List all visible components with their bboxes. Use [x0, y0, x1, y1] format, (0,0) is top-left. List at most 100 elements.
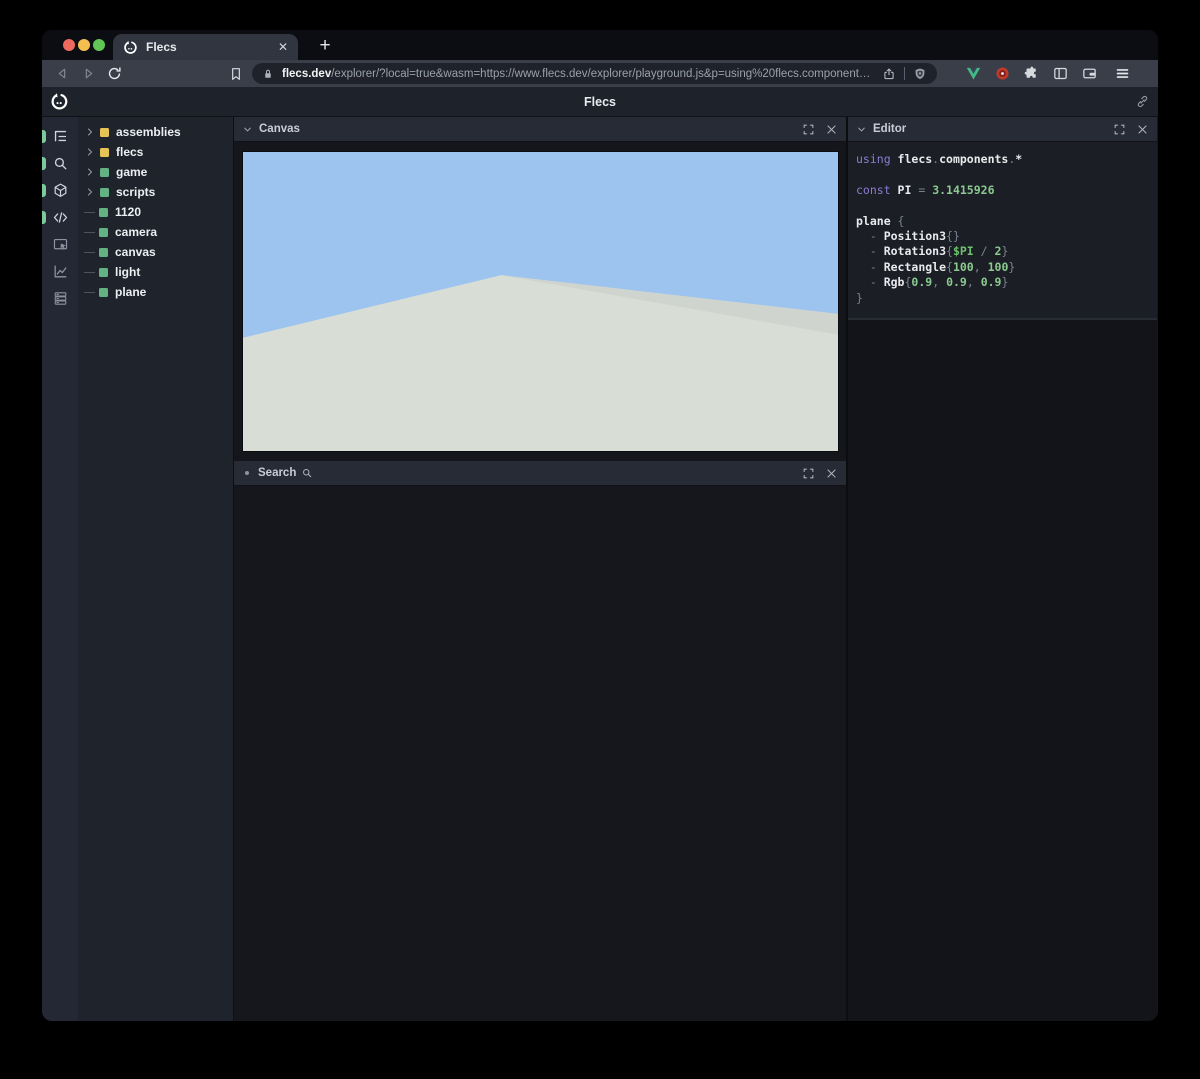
url-path: /explorer/?local=true&wasm=https://www.f… [331, 68, 870, 80]
share-link-icon[interactable] [1135, 94, 1150, 109]
share-icon[interactable] [882, 67, 896, 81]
tree-item-assemblies[interactable]: assemblies [78, 122, 233, 142]
center-column: Canvas Search [233, 117, 846, 1021]
tree-item-camera[interactable]: camera [78, 222, 233, 242]
tree-item-1120[interactable]: 1120 [78, 202, 233, 222]
rail-chart-button[interactable] [42, 258, 78, 285]
tree-icon [52, 128, 69, 145]
entity-color-square [99, 288, 108, 297]
tab-bar: Flecs ✕ + [42, 30, 1158, 60]
tree-item-canvas[interactable]: canvas [78, 242, 233, 262]
tree-item-flecs[interactable]: flecs [78, 142, 233, 162]
close-panel-icon[interactable] [825, 123, 838, 136]
active-indicator [42, 211, 46, 224]
rail-stack-button[interactable] [42, 285, 78, 312]
minimize-window-button[interactable] [78, 39, 90, 51]
code-line: using flecs.components.* [856, 152, 1149, 167]
extensions-puzzle-icon[interactable] [1023, 65, 1040, 82]
fullscreen-icon[interactable] [1113, 123, 1126, 136]
browser-tab[interactable]: Flecs ✕ [113, 34, 298, 60]
editor-panel-header: Editor [848, 117, 1157, 142]
tree-item-label: assemblies [116, 125, 181, 139]
code-line: - Rgb{0.9, 0.9, 0.9} [856, 275, 1149, 290]
tree-item-label: plane [115, 285, 146, 299]
code-line: plane { [856, 214, 1149, 229]
leaf-dash [84, 292, 95, 293]
left-rail [42, 117, 78, 1021]
empty-content-area [234, 486, 846, 1021]
zoom-window-button[interactable] [93, 39, 105, 51]
expand-chevron-icon[interactable] [84, 126, 96, 138]
canvas-panel-body [234, 142, 846, 461]
tree-item-label: light [115, 265, 140, 279]
tree-item-label: canvas [115, 245, 156, 259]
tree-item-game[interactable]: game [78, 162, 233, 182]
tree-item-label: game [116, 165, 147, 179]
rail-tree-button[interactable] [42, 123, 78, 150]
code-icon [52, 209, 69, 226]
rail-window-button[interactable] [42, 231, 78, 258]
tree-item-scripts[interactable]: scripts [78, 182, 233, 202]
vue-devtools-icon[interactable] [965, 65, 982, 82]
browser-window: Flecs ✕ + flecs.dev/explorer/?local=true… [42, 30, 1158, 1021]
editor-panel-title: Editor [873, 123, 906, 135]
rail-search-button[interactable] [42, 150, 78, 177]
editor-empty-area [848, 320, 1157, 1021]
search-magnifier-icon [301, 467, 313, 479]
leaf-dash [84, 272, 95, 273]
code-line: - Rectangle{100, 100} [856, 260, 1149, 275]
leaf-dash [84, 232, 95, 233]
tab-close-icon[interactable]: ✕ [278, 40, 288, 54]
sidebar-toggle-icon[interactable] [1052, 65, 1069, 82]
forward-icon[interactable] [80, 65, 97, 82]
code-line: - Rotation3{$PI / 2} [856, 244, 1149, 259]
expand-chevron-icon[interactable] [84, 186, 96, 198]
app-header: Flecs [42, 87, 1158, 117]
red-extension-icon[interactable] [994, 65, 1011, 82]
cube-icon [52, 182, 69, 199]
entity-color-square [100, 148, 109, 157]
entity-color-square [100, 188, 109, 197]
editor-code[interactable]: using flecs.components.* const PI = 3.14… [848, 142, 1157, 320]
leaf-dash [84, 212, 95, 213]
lock-icon [262, 68, 274, 80]
close-panel-icon[interactable] [825, 467, 838, 480]
bookmark-icon[interactable] [228, 66, 244, 82]
fullscreen-icon[interactable] [802, 123, 815, 136]
expand-chevron-icon[interactable] [84, 146, 96, 158]
extensions-group [965, 65, 1098, 82]
code-line [856, 198, 1149, 213]
close-panel-icon[interactable] [1136, 123, 1149, 136]
wallet-icon[interactable] [1081, 65, 1098, 82]
app-title: Flecs [42, 95, 1158, 109]
chart-icon [52, 263, 69, 280]
entity-color-square [99, 228, 108, 237]
chevron-down-icon[interactable] [242, 124, 253, 135]
tree-item-light[interactable]: light [78, 262, 233, 282]
fullscreen-icon[interactable] [802, 467, 815, 480]
tab-title: Flecs [146, 40, 278, 54]
entity-color-square [100, 168, 109, 177]
new-tab-button[interactable]: + [312, 33, 338, 59]
tree-item-plane[interactable]: plane [78, 282, 233, 302]
brave-shield-icon[interactable] [913, 67, 927, 81]
rail-cube-button[interactable] [42, 177, 78, 204]
entity-color-square [99, 268, 108, 277]
expand-chevron-icon[interactable] [84, 166, 96, 178]
reload-icon[interactable] [106, 65, 123, 82]
close-window-button[interactable] [63, 39, 75, 51]
editor-column: Editor using flecs.components.* const PI… [848, 117, 1157, 1021]
back-icon[interactable] [54, 65, 71, 82]
chevron-down-icon[interactable] [856, 124, 867, 135]
url-bar[interactable]: flecs.dev/explorer/?local=true&wasm=http… [252, 63, 937, 84]
browser-toolbar: flecs.dev/explorer/?local=true&wasm=http… [42, 60, 1158, 87]
menu-icon[interactable] [1114, 65, 1131, 82]
flecs-favicon-icon [123, 40, 138, 55]
code-line: - Position3{} [856, 229, 1149, 244]
code-line: const PI = 3.1415926 [856, 183, 1149, 198]
active-indicator [42, 184, 46, 197]
search-panel-title: Search [258, 467, 296, 479]
rail-code-button[interactable] [42, 204, 78, 231]
3d-viewport[interactable] [242, 151, 839, 452]
collapsed-dot-icon[interactable] [245, 471, 249, 475]
